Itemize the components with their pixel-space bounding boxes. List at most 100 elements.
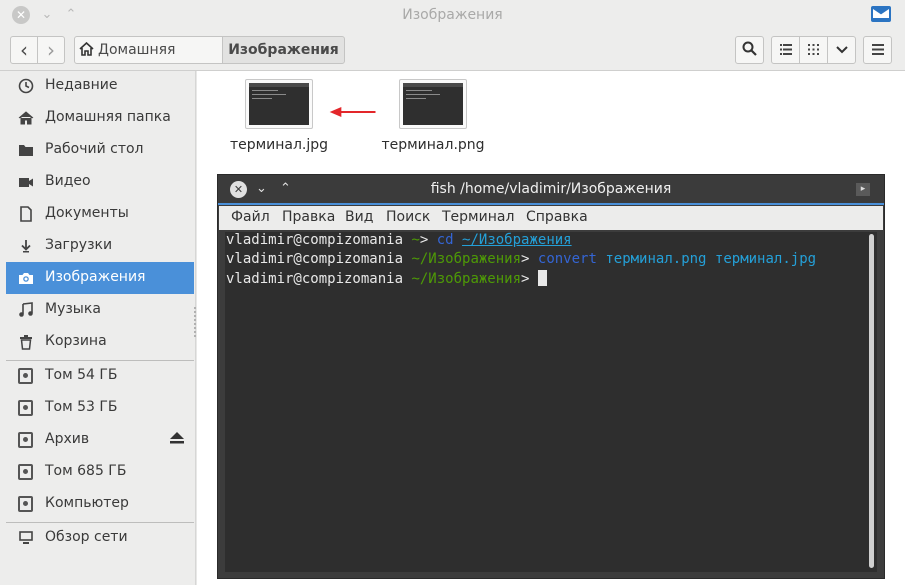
sidebar-item-label: Том 54 ГБ — [45, 367, 118, 383]
search-button[interactable] — [735, 36, 764, 64]
file-thumbnail — [245, 79, 313, 129]
sidebar-item-label: Обзор сети — [45, 529, 128, 545]
chevron-down-icon — [835, 46, 848, 54]
prompt-path: ~/Изображения — [403, 251, 522, 267]
prompt-user: vladimir@compizomania — [226, 271, 404, 287]
sidebar-item-desktop[interactable]: Рабочий стол — [6, 134, 194, 166]
terminal-scrollbar[interactable] — [869, 234, 874, 568]
video-icon — [19, 178, 33, 187]
download-icon — [21, 240, 31, 253]
sidebar-item-volume-53[interactable]: Том 53 ГБ — [6, 392, 194, 424]
terminal-window[interactable]: ✕ ⌄ ⌃ fish /home/vladimir/Изображения ▸ … — [217, 174, 885, 579]
back-button[interactable]: ‹ — [10, 36, 38, 64]
command-args: терминал.png терминал.jpg — [596, 251, 817, 267]
hamburger-icon — [871, 44, 884, 55]
command-args: ~/Изображения — [454, 232, 572, 248]
sidebar-item-computer[interactable]: Компьютер — [6, 488, 194, 520]
camera-icon — [19, 273, 33, 284]
document-icon — [20, 206, 32, 222]
sidebar-item-label: Документы — [45, 205, 129, 221]
network-icon — [19, 531, 33, 544]
terminal-side-button[interactable]: ▸ — [856, 183, 870, 196]
path-link[interactable]: ~/Изображения — [462, 232, 572, 248]
sidebar-item-downloads[interactable]: Загрузки — [6, 230, 194, 262]
drive-icon — [18, 368, 33, 384]
chevron-right-icon: ▸ — [860, 184, 866, 194]
sidebar-item-music[interactable]: Музыка — [6, 294, 194, 326]
sidebar-item-label: Домашняя папка — [45, 109, 171, 125]
sidebar-item-label: Изображения — [45, 269, 146, 285]
chevron-right-icon: › — [47, 38, 55, 62]
terminal-titlebar: ✕ ⌄ ⌃ fish /home/vladimir/Изображения ▸ — [218, 175, 884, 205]
grid-view-button[interactable] — [799, 36, 828, 64]
grid-view-icon — [808, 44, 819, 55]
sidebar-item-label: Архив — [45, 431, 90, 447]
command: convert — [537, 251, 597, 267]
sidebar: Недавние Домашняя папка Рабочий стол Вид… — [0, 71, 196, 585]
sidebar-item-label: Рабочий стол — [45, 141, 144, 157]
terminal-line: vladimir@compizomania ~> cd ~/Изображени… — [226, 232, 572, 248]
sidebar-item-label: Загрузки — [45, 237, 113, 253]
sidebar-item-volume-685[interactable]: Том 685 ГБ — [6, 456, 194, 488]
prompt-user: vladimir@compizomania — [226, 232, 404, 248]
terminal-line: vladimir@compizomania ~/Изображения> con… — [226, 251, 816, 267]
prompt-symbol: > — [521, 271, 538, 287]
terminal-cursor — [537, 270, 547, 286]
file-thumbnail — [399, 79, 467, 129]
sidebar-item-pictures[interactable]: Изображения — [6, 262, 194, 294]
terminal-output[interactable]: vladimir@compizomania ~> cd ~/Изображени… — [225, 232, 877, 572]
sidebar-item-label: Музыка — [45, 301, 101, 317]
file-name: терминал.jpg — [229, 137, 329, 153]
terminal-title: fish /home/vladimir/Изображения — [430, 181, 672, 197]
menu-file[interactable]: Файл — [231, 209, 270, 225]
toolbar: ‹ › Домашняя папка Изображения — [0, 30, 905, 84]
home-icon — [18, 111, 34, 125]
window-title: Изображения — [402, 7, 503, 23]
file-name: терминал.png — [381, 137, 485, 153]
folder-icon — [19, 145, 33, 156]
sidebar-item-label: Том 53 ГБ — [45, 399, 118, 415]
chevron-left-icon: ‹ — [20, 38, 28, 62]
mail-icon[interactable] — [871, 6, 891, 22]
drive-icon — [18, 432, 33, 448]
prompt-symbol: > — [419, 232, 437, 248]
breadcrumb-home[interactable]: Домашняя папка — [74, 36, 223, 84]
window-titlebar: ✕ ⌄ ⌃ Изображения — [0, 0, 905, 30]
sidebar-item-archive[interactable]: Архив — [6, 424, 194, 456]
view-options-button[interactable] — [827, 36, 856, 64]
sidebar-item-recent[interactable]: Недавние — [6, 71, 194, 102]
sidebar-item-volume-54[interactable]: Том 54 ГБ — [6, 360, 194, 392]
clock-icon — [18, 78, 34, 94]
breadcrumb-current[interactable]: Изображения — [222, 36, 345, 64]
sidebar-item-label: Компьютер — [45, 495, 129, 511]
search-icon — [742, 41, 757, 56]
home-icon — [79, 41, 94, 56]
prompt-user: vladimir@compizomania — [226, 251, 404, 267]
eject-icon[interactable] — [170, 432, 184, 444]
sidebar-item-network[interactable]: Обзор сети — [6, 522, 194, 554]
list-view-icon — [779, 44, 792, 55]
drive-icon — [18, 400, 33, 416]
sidebar-item-trash[interactable]: Корзина — [6, 326, 194, 358]
menu-search[interactable]: Поиск — [386, 209, 430, 225]
menu-help[interactable]: Справка — [526, 209, 588, 225]
sidebar-item-label: Видео — [45, 173, 91, 189]
sidebar-item-video[interactable]: Видео — [6, 166, 194, 198]
forward-button[interactable]: › — [37, 36, 65, 64]
menu-edit[interactable]: Правка — [282, 209, 335, 225]
app-menu-button[interactable] — [863, 36, 892, 64]
menu-terminal[interactable]: Терминал — [442, 209, 514, 225]
sidebar-item-label: Недавние — [45, 77, 118, 93]
terminal-menubar: Файл Правка Вид Поиск Терминал Справка — [219, 206, 883, 230]
music-icon — [19, 302, 33, 317]
command: cd — [436, 232, 454, 248]
prompt-path: ~ — [403, 232, 420, 248]
annotation-arrow — [329, 107, 376, 117]
sidebar-item-home[interactable]: Домашняя папка — [6, 102, 194, 134]
sidebar-item-label: Том 685 ГБ — [45, 463, 127, 479]
prompt-path: ~/Изображения — [403, 271, 522, 287]
menu-view[interactable]: Вид — [345, 209, 373, 225]
sidebar-item-label: Корзина — [45, 333, 107, 349]
sidebar-item-documents[interactable]: Документы — [6, 198, 194, 230]
list-view-button[interactable] — [771, 36, 800, 64]
